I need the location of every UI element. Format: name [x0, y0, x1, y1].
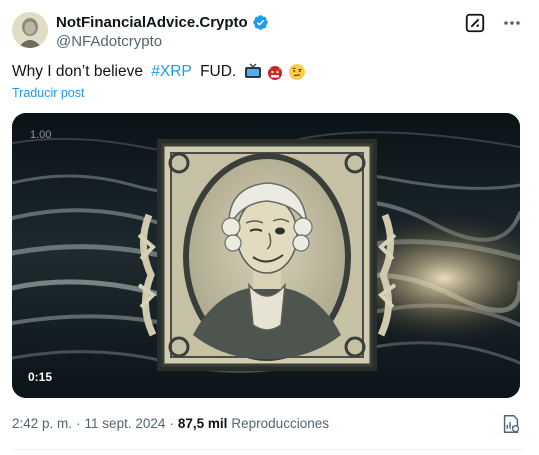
verified-badge-icon[interactable] [252, 14, 269, 31]
meta-separator: · [169, 416, 174, 431]
tweet-text-start: Why I don’t believe [12, 63, 148, 80]
video-duration: 0:15 [28, 370, 53, 384]
post-date[interactable]: 11 sept. 2024 [85, 416, 166, 431]
meta-separator: · [76, 416, 81, 431]
tweet-text: Why I don’t believe #XRP FUD. [12, 63, 306, 81]
raised-eyebrow-face-icon [289, 64, 306, 80]
divider [12, 449, 525, 450]
video-watermark: 1.00 [30, 129, 52, 141]
post-time[interactable]: 2:42 p. m. [12, 416, 72, 431]
more-options-icon[interactable] [500, 12, 524, 34]
translate-post-link[interactable]: Traducir post [12, 86, 84, 100]
avatar[interactable] [12, 12, 48, 48]
views-count: 87,5 mil [177, 416, 228, 431]
handle[interactable]: @NFAdotcrypto [56, 32, 269, 52]
ogre-icon [268, 65, 283, 80]
video-player[interactable]: 1.00 0:15 [12, 113, 520, 398]
avatar-image [12, 12, 48, 48]
cashtag-link[interactable]: #XRP [151, 63, 192, 81]
author-info: NotFinancialAdvice.Crypto @NFAdotcrypto [56, 12, 269, 52]
display-name[interactable]: NotFinancialAdvice.Crypto [56, 14, 248, 31]
tv-icon [245, 63, 262, 78]
tweet-text-end: FUD. [195, 63, 237, 80]
video-frame [12, 113, 520, 398]
analytics-icon[interactable] [500, 413, 522, 435]
tweet-meta: 2:42 p. m. · 11 sept. 2024 · 87,5 mil Re… [12, 416, 329, 431]
grok-icon[interactable] [464, 12, 486, 34]
views-label: Reproducciones [231, 416, 329, 431]
